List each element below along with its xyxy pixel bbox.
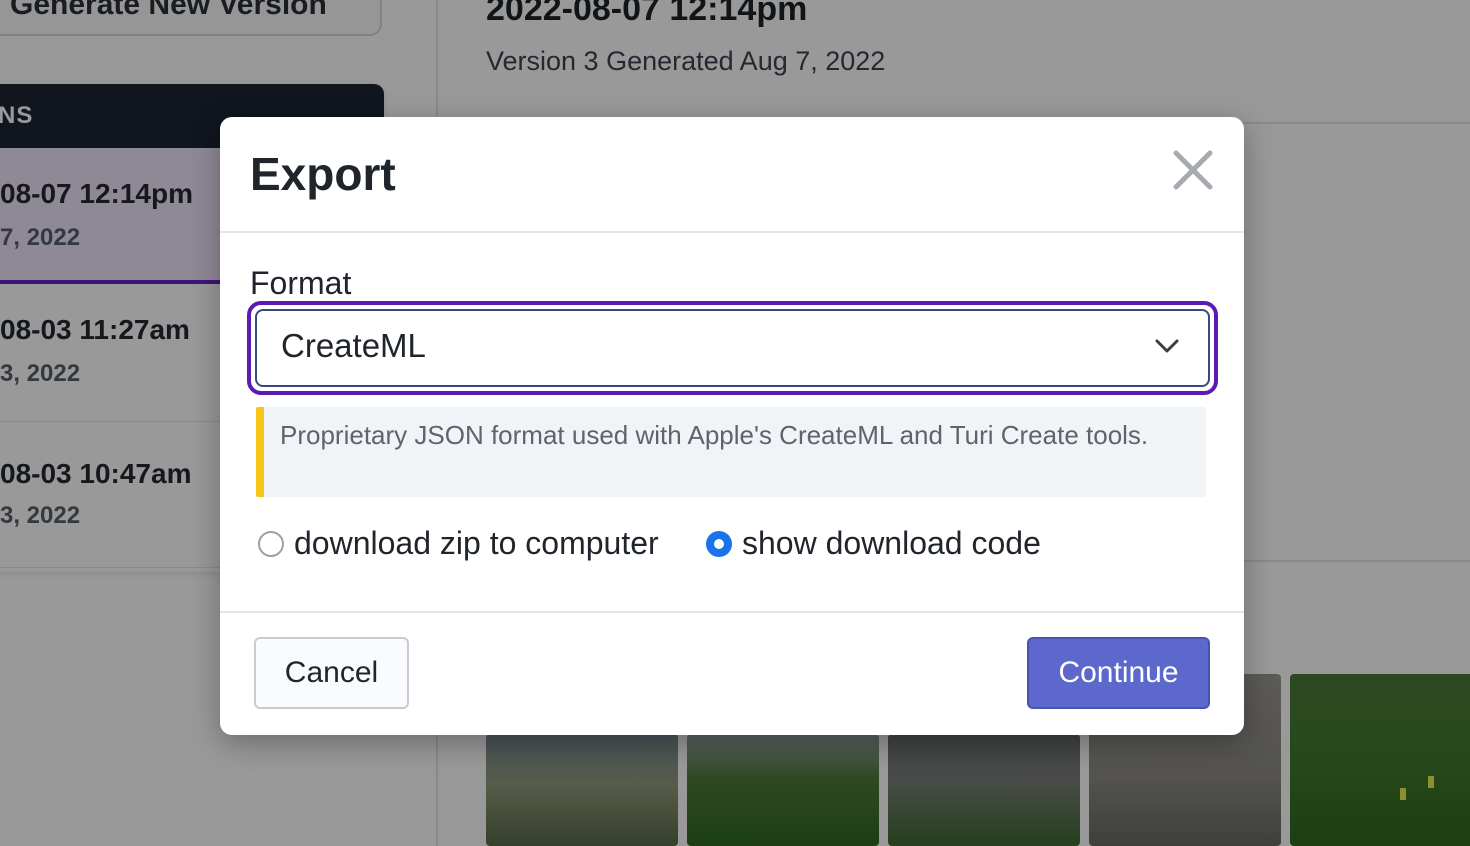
close-icon (1173, 150, 1213, 190)
download-zip-label: download zip to computer (294, 525, 659, 561)
show-code-option[interactable]: show download code (706, 525, 1041, 562)
export-dialog: Export Format CreateML Proprietary JSON … (220, 117, 1244, 735)
format-description: Proprietary JSON format used with Apple'… (280, 420, 1149, 450)
radio-unchecked[interactable] (258, 530, 284, 557)
radio-checked[interactable] (706, 530, 732, 557)
continue-button[interactable]: Continue (1027, 637, 1210, 709)
format-select[interactable]: CreateML (255, 309, 1210, 387)
format-label: Format (250, 265, 352, 301)
format-select-value: CreateML (281, 327, 426, 364)
dialog-footer: Cancel Continue (220, 613, 1244, 733)
dialog-title: Export (250, 148, 396, 200)
dialog-header: Export (220, 117, 1244, 233)
cancel-button[interactable]: Cancel (254, 637, 409, 709)
close-button[interactable] (1170, 147, 1216, 193)
format-description-box: Proprietary JSON format used with Apple'… (256, 407, 1206, 497)
chevron-down-icon (1155, 339, 1179, 353)
format-select-focus-ring: CreateML (247, 301, 1218, 395)
download-zip-option[interactable]: download zip to computer (258, 525, 659, 562)
show-code-label: show download code (742, 525, 1041, 561)
